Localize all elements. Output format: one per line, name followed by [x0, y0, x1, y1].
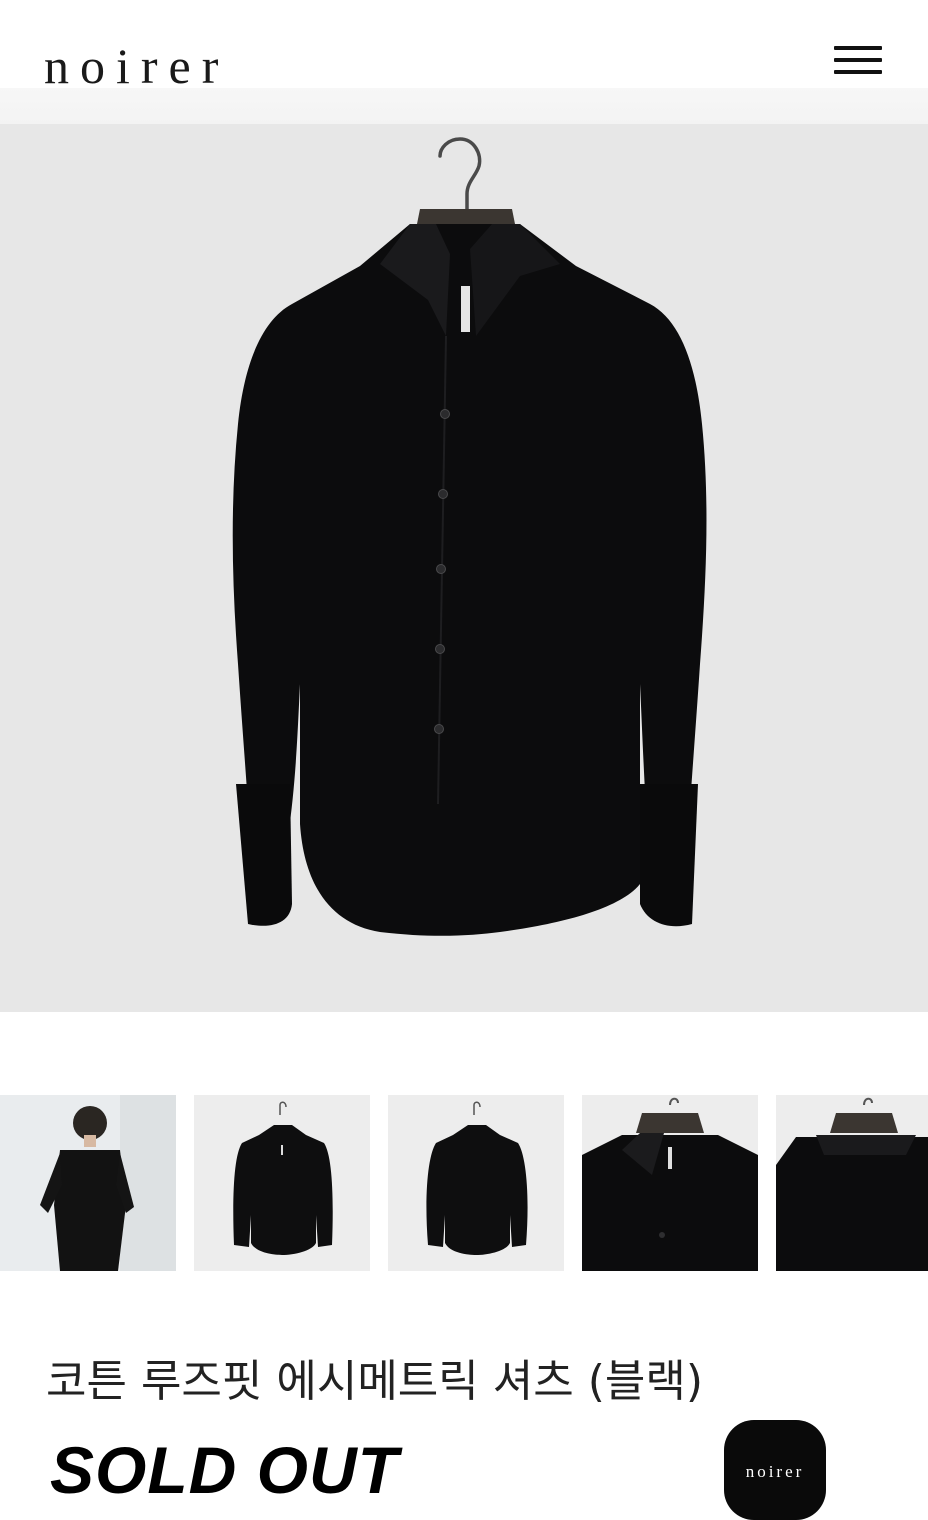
chat-button-label: noirer	[745, 1462, 805, 1481]
shirt-front-photo	[233, 1101, 333, 1255]
thumbnail-collar-front[interactable]	[582, 1095, 758, 1271]
menu-bar-bottom	[834, 70, 882, 74]
sold-out-badge: SOLD OUT	[50, 1433, 399, 1507]
collar-front-photo	[582, 1097, 758, 1271]
hanger-hook	[438, 137, 482, 221]
hamburger-menu-icon[interactable]	[830, 40, 886, 80]
menu-bar-top	[834, 46, 882, 50]
thumbnail-model[interactable]	[0, 1095, 176, 1271]
brand-logo[interactable]: noirer	[44, 36, 229, 96]
product-main-image[interactable]: noirer	[0, 124, 928, 1012]
collar-back-photo	[776, 1097, 928, 1271]
product-title: 코튼 루즈핏 에시메트릭 셔츠 (블랙)	[46, 1356, 703, 1407]
neck-label	[461, 286, 470, 332]
thumbnail-front[interactable]	[194, 1095, 370, 1271]
menu-bar-middle	[834, 58, 882, 62]
right-cuff	[640, 784, 698, 927]
shirt-illustration: noirer	[232, 137, 707, 936]
shirt-back-photo	[426, 1101, 528, 1255]
model-photo	[40, 1095, 176, 1271]
site-header: noirer	[0, 0, 928, 94]
thumbnail-strip	[0, 1095, 928, 1271]
thumbnail-back[interactable]	[388, 1095, 564, 1271]
header-divider	[0, 88, 928, 124]
thumbnail-collar-back[interactable]	[776, 1095, 928, 1271]
floating-chat-button[interactable]: noirer	[724, 1420, 826, 1520]
left-cuff	[236, 784, 292, 926]
